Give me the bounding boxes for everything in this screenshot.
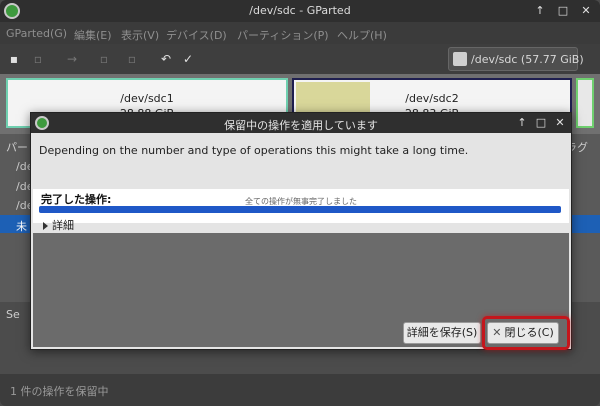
new-partition-icon[interactable]: ▪ (6, 51, 22, 67)
close-button-highlight (482, 316, 570, 350)
unallocated-block[interactable] (576, 78, 594, 128)
delete-partition-icon[interactable]: ▫ (30, 51, 46, 67)
device-selector-label: /dev/sdc (57.77 GiB) (471, 53, 584, 66)
menu-edit[interactable]: 編集(E) (74, 27, 112, 43)
dialog-title: 保留中の操作を適用しています (224, 119, 378, 132)
disk-icon (453, 52, 467, 66)
menu-partition[interactable]: パーティション(P) (237, 27, 329, 43)
expander-triangle-icon (43, 222, 48, 230)
window-titlebar: /dev/sdc - GParted ↑ □ ✕ (0, 0, 600, 22)
maximize-button[interactable]: □ (556, 4, 570, 18)
menu-help[interactable]: ヘルプ(H) (337, 27, 387, 43)
dialog-maximize-button[interactable]: □ (534, 116, 548, 130)
window-title: /dev/sdc - GParted (249, 4, 351, 17)
undo-icon[interactable]: ↶ (158, 51, 174, 67)
resize-move-icon[interactable]: → (64, 51, 80, 67)
partition-name: /dev/sdc2 (405, 92, 459, 105)
dialog-close-x-button[interactable]: ✕ (553, 116, 567, 130)
column-header-partition[interactable]: パー (6, 139, 28, 155)
dialog-message: Depending on the number and type of oper… (39, 144, 469, 157)
progress-bar-fill (39, 206, 561, 213)
progress-bar (39, 206, 561, 213)
menu-gparted[interactable]: GParted(G) (6, 27, 67, 40)
details-label: 詳細 (52, 219, 74, 232)
device-selector[interactable]: /dev/sdc (57.77 GiB) (448, 47, 584, 71)
list-item-selected: 未 (16, 220, 27, 233)
status-text: 1 件の操作を保留中 (10, 385, 109, 398)
menubar: GParted(G) 編集(E) 表示(V) デバイス(D) パーティション(P… (0, 22, 600, 44)
close-window-button[interactable]: ✕ (579, 4, 593, 18)
apply-check-icon[interactable]: ✓ (180, 51, 196, 67)
keep-above-button[interactable]: ↑ (533, 4, 547, 18)
dialog-titlebar: 保留中の操作を適用しています ↑ □ ✕ (31, 113, 571, 133)
menu-view[interactable]: 表示(V) (121, 27, 159, 43)
apply-operations-dialog: 保留中の操作を適用しています ↑ □ ✕ Depending on the nu… (30, 112, 572, 350)
screen: /dev/sdc - GParted ↑ □ ✕ GParted(G) 編集(E… (0, 0, 600, 406)
copy-icon[interactable]: ▫ (96, 51, 112, 67)
statusbar: 1 件の操作を保留中 (0, 374, 600, 406)
dialog-keep-above-button[interactable]: ↑ (515, 116, 529, 130)
menu-device[interactable]: デバイス(D) (166, 27, 227, 43)
paste-icon[interactable]: ▫ (124, 51, 140, 67)
pending-operation-item: Se (6, 308, 20, 321)
details-expander[interactable]: 詳細 (43, 217, 74, 233)
partition-name: /dev/sdc1 (120, 92, 174, 105)
save-details-button[interactable]: 詳細を保存(S) (403, 322, 481, 344)
